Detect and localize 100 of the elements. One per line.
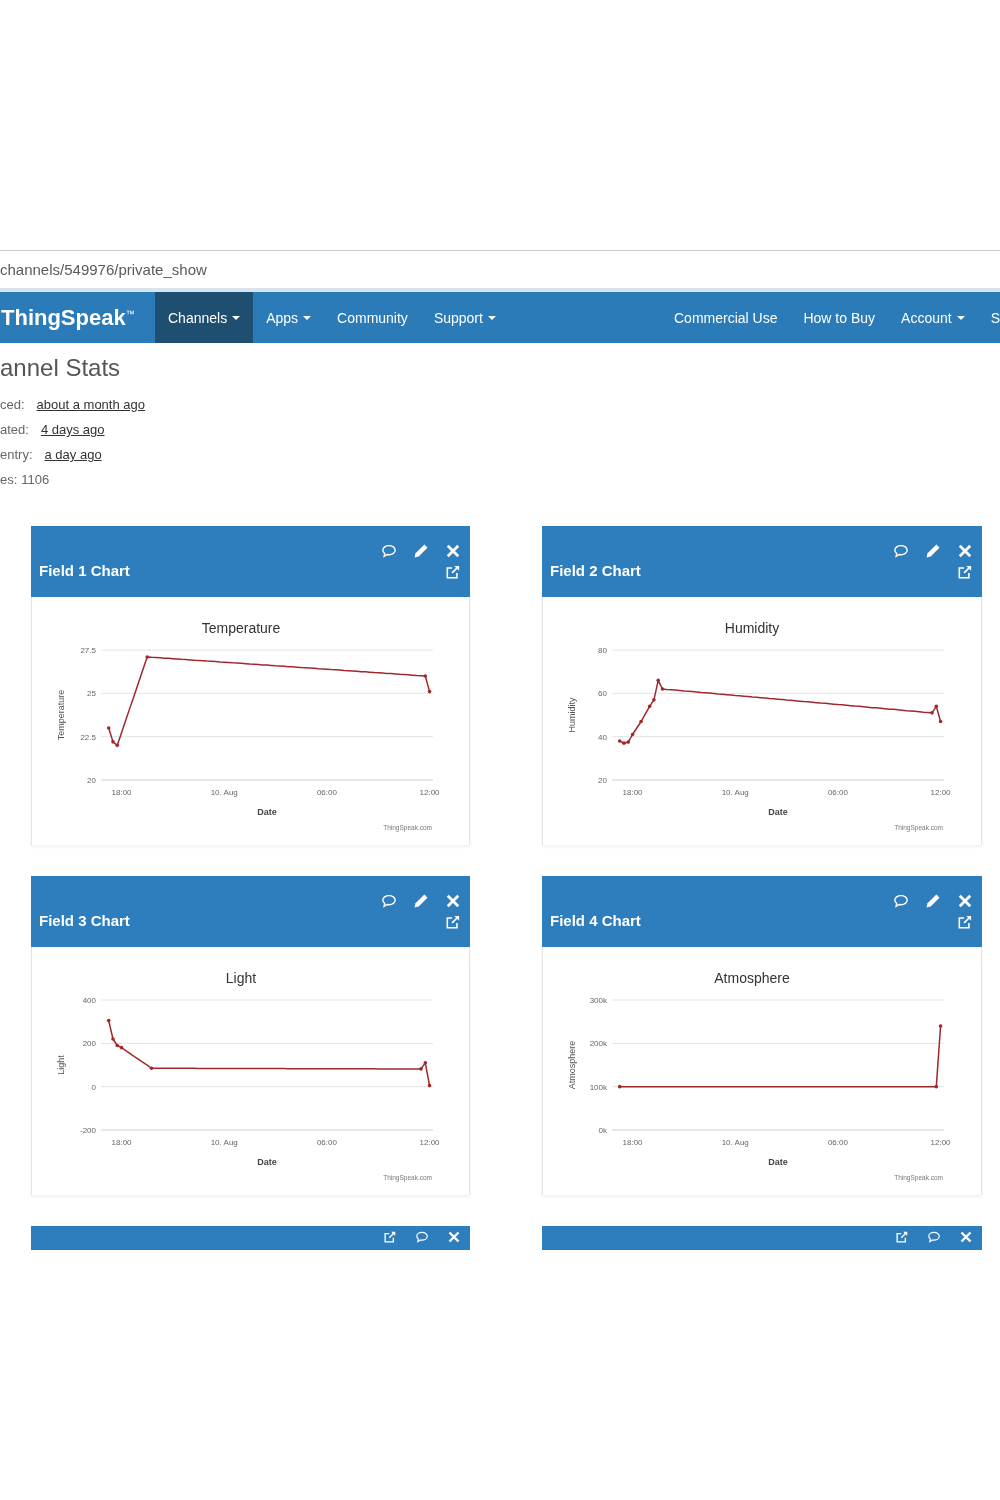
y-tick-label: 60 bbox=[598, 689, 607, 699]
close-icon[interactable] bbox=[448, 1231, 460, 1243]
x-tick-label: 18:00 bbox=[622, 788, 643, 797]
panel-title: Field 2 Chart bbox=[550, 562, 641, 580]
x-tick-label: 10. Aug bbox=[210, 1138, 238, 1147]
data-point bbox=[149, 1066, 154, 1071]
x-tick-label: 06:00 bbox=[316, 788, 337, 797]
data-point bbox=[419, 1067, 423, 1071]
page-heading: annel Stats bbox=[0, 354, 122, 382]
axis-title: Humidity bbox=[567, 697, 577, 733]
y-tick-label: 27.5 bbox=[80, 646, 96, 655]
data-point bbox=[930, 711, 934, 715]
data-point bbox=[427, 1083, 432, 1088]
external-link-icon[interactable] bbox=[896, 1231, 908, 1243]
close-icon[interactable] bbox=[960, 1231, 972, 1243]
comment-icon[interactable] bbox=[894, 544, 908, 558]
data-point bbox=[656, 678, 660, 683]
pencil-icon[interactable] bbox=[926, 894, 940, 908]
x-tick-label: 12:00 bbox=[930, 1138, 951, 1147]
pencil-icon[interactable] bbox=[926, 544, 940, 558]
nav-item[interactable]: Account bbox=[888, 292, 978, 343]
pencil-icon[interactable] bbox=[414, 544, 428, 558]
nav-item[interactable]: Channels bbox=[155, 292, 254, 343]
axis-title: Atmosphere bbox=[567, 1040, 577, 1090]
y-tick-label: 80 bbox=[598, 646, 607, 655]
stat-value: 1106 bbox=[21, 472, 50, 487]
comment-icon[interactable] bbox=[894, 894, 908, 908]
comment-icon[interactable] bbox=[928, 1231, 940, 1243]
chart-title: Light bbox=[225, 970, 257, 986]
logo[interactable]: ThingSpeak$^{™}$ bbox=[1, 304, 135, 331]
y-tick-label: 40 bbox=[598, 732, 607, 742]
axis-title: Temperature bbox=[56, 689, 66, 741]
x-tick-label: 10. Aug bbox=[721, 788, 749, 797]
stat-label: entry: bbox=[0, 447, 33, 462]
pencil-icon[interactable] bbox=[414, 894, 428, 908]
axis-title: Date bbox=[257, 1157, 277, 1167]
external-link-icon[interactable] bbox=[446, 915, 460, 929]
chart-title: Humidity bbox=[724, 620, 780, 636]
stat-link[interactable]: 4 days ago bbox=[40, 422, 105, 437]
stat-label: ced: bbox=[0, 397, 25, 412]
y-tick-label: 0k bbox=[598, 1126, 607, 1135]
x-tick-label: 18:00 bbox=[111, 1138, 132, 1147]
nav-item[interactable]: Support bbox=[420, 292, 509, 343]
close-icon[interactable] bbox=[958, 544, 972, 558]
nav-item[interactable]: S bbox=[977, 292, 1000, 343]
data-point bbox=[427, 689, 432, 694]
stat-link[interactable]: about a month ago bbox=[36, 397, 145, 412]
panel-title: Field 1 Chart bbox=[39, 562, 130, 580]
y-tick-label: 300k bbox=[589, 996, 607, 1005]
x-tick-label: 12:00 bbox=[419, 788, 440, 797]
y-tick-label: 22.5 bbox=[80, 732, 96, 742]
external-link-icon[interactable] bbox=[958, 565, 972, 579]
data-point bbox=[652, 698, 656, 702]
stat-label: ated: bbox=[0, 422, 29, 437]
y-tick-label: 400 bbox=[82, 996, 96, 1005]
data-point bbox=[423, 1061, 428, 1065]
data-point bbox=[647, 704, 652, 709]
data-point bbox=[934, 704, 939, 709]
data-point bbox=[660, 687, 665, 691]
close-icon[interactable] bbox=[446, 894, 460, 908]
data-point bbox=[630, 732, 635, 737]
axis-title: Light bbox=[56, 1055, 66, 1075]
x-tick-label: 18:00 bbox=[622, 1138, 643, 1147]
data-point bbox=[938, 1024, 943, 1028]
panel-title: Field 3 Chart bbox=[39, 912, 130, 930]
chart-title: Temperature bbox=[201, 620, 281, 636]
y-tick-label: 0 bbox=[91, 1082, 96, 1092]
comment-icon[interactable] bbox=[382, 894, 396, 908]
x-tick-label: 12:00 bbox=[930, 788, 951, 797]
comment-icon[interactable] bbox=[416, 1231, 428, 1243]
close-icon[interactable] bbox=[958, 894, 972, 908]
y-tick-label: 20 bbox=[87, 776, 96, 785]
chart-title: Atmosphere bbox=[714, 970, 790, 986]
external-link-icon[interactable] bbox=[958, 915, 972, 929]
stat-link[interactable]: a day ago bbox=[44, 447, 102, 462]
data-point bbox=[111, 1037, 115, 1041]
nav-item[interactable]: Apps bbox=[253, 292, 325, 343]
x-tick-label: 10. Aug bbox=[210, 788, 238, 797]
nav-item[interactable]: Commercial Use bbox=[661, 292, 791, 343]
x-tick-label: 12:00 bbox=[419, 1138, 440, 1147]
axis-title: Date bbox=[257, 807, 277, 817]
data-point bbox=[639, 719, 643, 724]
external-link-icon[interactable] bbox=[384, 1231, 396, 1243]
panel-title: Field 4 Chart bbox=[550, 912, 641, 930]
x-tick-label: 06:00 bbox=[827, 1138, 848, 1147]
x-tick-label: 06:00 bbox=[316, 1138, 337, 1147]
y-tick-label: 20 bbox=[598, 776, 607, 785]
external-link-icon[interactable] bbox=[446, 565, 460, 579]
data-point bbox=[423, 674, 428, 678]
close-icon[interactable] bbox=[446, 544, 460, 558]
y-tick-label: -200 bbox=[80, 1126, 96, 1135]
nav-item[interactable]: How to Buy bbox=[790, 292, 889, 343]
stat-label: es: bbox=[0, 472, 18, 487]
data-point bbox=[617, 1084, 622, 1089]
nav-item[interactable]: Community bbox=[324, 292, 421, 343]
comment-icon[interactable] bbox=[382, 544, 396, 558]
data-point bbox=[106, 1018, 111, 1023]
data-point bbox=[934, 1084, 939, 1089]
axis-title: Date bbox=[768, 1157, 788, 1167]
data-point bbox=[106, 726, 111, 730]
